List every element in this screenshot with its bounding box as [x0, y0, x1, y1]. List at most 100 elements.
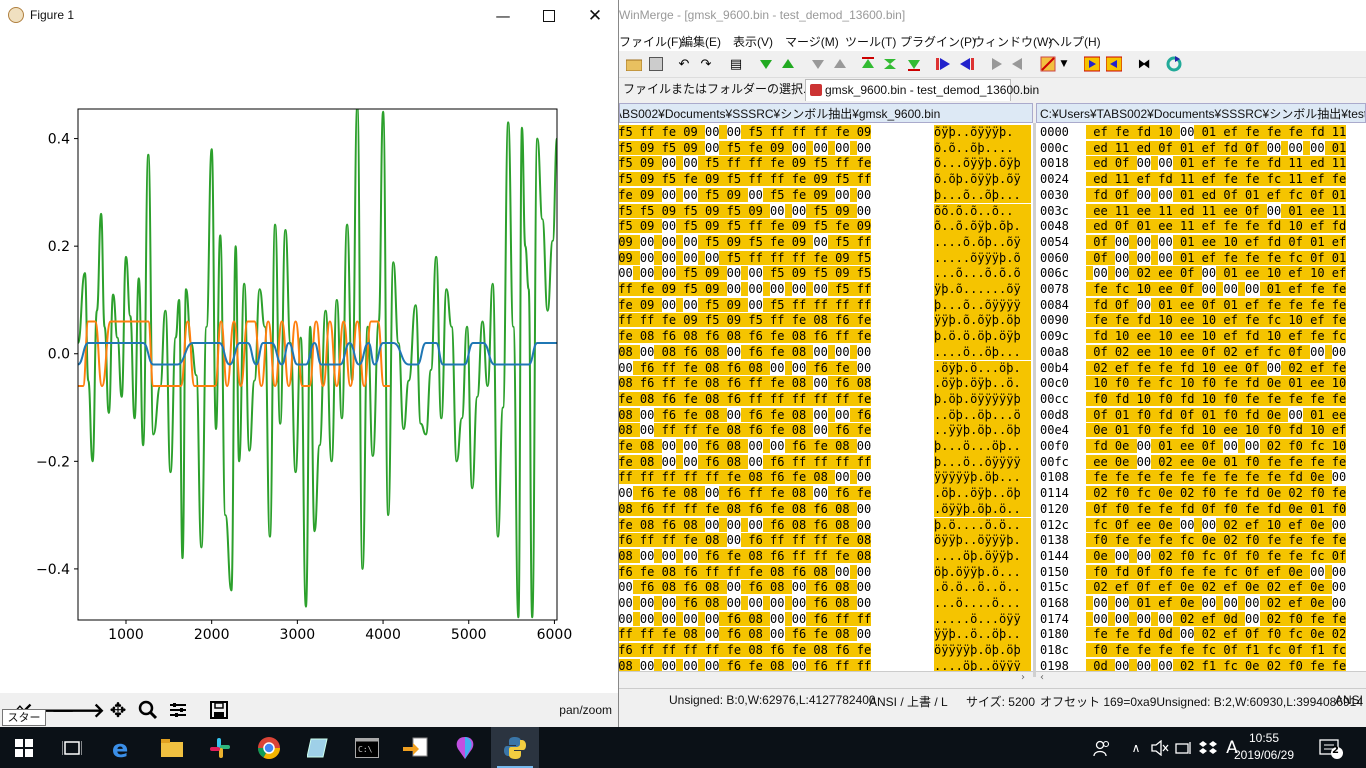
slack-icon[interactable] [196, 727, 244, 768]
explorer-icon[interactable] [148, 727, 196, 768]
y-tick-label: −0.2 [36, 454, 70, 470]
chevron-up-icon[interactable]: ∧ [1126, 727, 1146, 768]
next-diff-icon[interactable] [757, 55, 775, 73]
redo-icon[interactable]: ↷ [697, 55, 715, 73]
right-hex-pane[interactable]: 0000 ef fe fd 10 00 01 ef fe fe fe fd 11… [1036, 123, 1366, 677]
left-horizontal-scrollbar[interactable]: › [619, 671, 1033, 687]
left-hex-row: 09 00 00 00 00 f5 ff ff ff fe 09 f5 [619, 250, 872, 267]
open-icon[interactable] [625, 55, 643, 73]
undo-icon[interactable]: ↶ [675, 55, 693, 73]
right-hex-row: 00 00 00 00 02 ef 0d 00 02 f0 fe fe [1086, 611, 1347, 628]
copy-right-icon[interactable] [935, 55, 953, 73]
scroll-right-icon[interactable]: › [1021, 672, 1025, 683]
right-hex-row: ed 0f 00 00 01 ef fe fe fd 11 ed 11 [1086, 156, 1347, 172]
menu-file[interactable]: ファイル(F) [619, 33, 682, 50]
last-diff-icon[interactable] [905, 55, 923, 73]
series-layer [78, 109, 557, 619]
right-offset: 009c [1040, 329, 1069, 344]
right-hex-row: 0f f0 fe fe fd 0f f0 fe fd 0e 01 f0 [1086, 501, 1347, 518]
scroll-left-icon[interactable]: ‹ [1040, 672, 1044, 683]
figure-title: Figure 1 [30, 8, 75, 22]
pan-icon[interactable]: ✥ [104, 696, 132, 724]
left-hex-pane[interactable]: f5 ff fe 09 00 00 f5 ff ff ff fe 09 õÿþ..… [619, 123, 1033, 677]
figure-titlebar[interactable]: Figure 1 — ✕ [0, 0, 618, 31]
current-diff-icon[interactable] [881, 55, 899, 73]
left-hex-row: 00 f6 ff fe 08 f6 08 00 00 f6 fe 00 [619, 360, 872, 377]
terminal-icon[interactable]: C:\ [343, 727, 391, 768]
minimize-button[interactable]: — [480, 0, 526, 31]
menu-view[interactable]: 表示(V) [733, 33, 773, 50]
menu-plugins[interactable]: プラグイン(P) [900, 33, 976, 50]
right-offset: 0150 [1040, 564, 1069, 579]
python-icon[interactable] [491, 727, 539, 768]
maximize-button[interactable] [526, 0, 572, 31]
zoom-icon[interactable] [134, 696, 162, 724]
y-tick-label: 0.2 [48, 239, 70, 255]
save-figure-icon[interactable] [205, 696, 233, 724]
start-button[interactable] [0, 727, 48, 768]
copy-left-advance-icon[interactable] [1009, 55, 1027, 73]
refresh-icon[interactable] [1165, 55, 1183, 73]
right-offset: 0024 [1040, 172, 1069, 187]
menu-tools[interactable]: ツール(T) [845, 33, 896, 50]
paint-icon[interactable] [441, 727, 489, 768]
close-button[interactable]: ✕ [572, 0, 618, 31]
dropbox-icon[interactable] [1197, 727, 1219, 768]
menu-window[interactable]: ウィンドウ(W) [973, 33, 1052, 50]
chrome-icon[interactable] [245, 727, 293, 768]
right-hex-row: 02 f0 fc 0e 02 f0 fe fd 0e 02 f0 fe [1086, 486, 1347, 502]
left-hex-row: fe 08 f6 08 00 00 00 f6 08 f6 08 00 [619, 517, 872, 534]
menu-merge[interactable]: マージ(M) [785, 33, 839, 50]
right-hex-row: ee 11 ee 11 ed 11 ee 0f 00 01 ee 11 [1086, 203, 1347, 220]
copy-left-icon[interactable] [957, 55, 975, 73]
right-hex-row: 02 ef fe fe fd 10 ee 0f 00 02 ef fe [1086, 360, 1347, 377]
chevron-down-icon[interactable]: ▼ [1059, 55, 1069, 73]
right-hex-row: 0f 00 00 00 01 ef fe fe fe fc 0f 01 [1086, 250, 1347, 267]
right-to-left-icon[interactable] [1105, 55, 1123, 73]
next-conflict-icon[interactable] [809, 55, 827, 73]
menu-edit[interactable]: 編集(E) [681, 33, 721, 50]
x-tick-label: 3000 [280, 627, 316, 643]
right-hex-row: ee 0e 00 02 ee 0e 01 f0 fe fe fe fe [1086, 454, 1347, 471]
options-icon[interactable] [1039, 55, 1057, 73]
clock[interactable]: 10:55 2019/06/29 [1232, 730, 1296, 764]
file-transfer-icon[interactable] [392, 727, 440, 768]
winmerge-titlebar[interactable]: WinMerge - [gmsk_9600.bin - test_demod_1… [619, 0, 1366, 31]
forward-icon[interactable]: 🡒 [51, 696, 105, 724]
first-diff-icon[interactable] [859, 55, 877, 73]
right-offset: 0060 [1040, 250, 1069, 265]
compare-icon[interactable]: ⧓ [1135, 55, 1153, 73]
right-hex-row: f0 fe fe fe fc 0e 02 f0 fe fe fe fe [1086, 533, 1347, 549]
notification-center-icon[interactable]: 2 [1316, 727, 1346, 768]
x-tick-label: 4000 [365, 627, 401, 643]
people-icon[interactable] [1090, 727, 1114, 768]
right-horizontal-scrollbar[interactable]: ‹ [1036, 671, 1366, 687]
print-icon[interactable]: ▤ [727, 55, 745, 73]
right-hex-row: fe fe fe fe fe fe fe fe fe fd 0e 00 [1086, 470, 1347, 486]
volume-muted-icon[interactable] [1149, 727, 1171, 768]
left-hex-row: ff fe 09 f5 09 00 00 00 00 00 f5 ff [619, 282, 872, 298]
subplots-icon[interactable] [164, 696, 192, 724]
network-icon[interactable] [1173, 727, 1195, 768]
task-view-icon[interactable] [48, 727, 96, 768]
notepad-icon[interactable] [294, 727, 342, 768]
start-tooltip: スタート [2, 709, 46, 741]
left-to-right-icon[interactable] [1083, 55, 1101, 73]
left-hex-row: f5 09 00 00 f5 ff ff fe 09 f5 ff fe [619, 156, 872, 172]
right-hex-row: fd 0f 00 01 ee 0f 01 ef fe fe fe fe [1086, 297, 1347, 314]
plot-canvas[interactable]: 1000 2000 3000 4000 5000 6000 −0.4 −0.2 0.0 0.2 0.… [0, 31, 618, 693]
menu-help[interactable]: ヘルプ(H) [1048, 33, 1101, 50]
prev-diff-icon[interactable] [779, 55, 797, 73]
left-ascii-row: .öÿÿþ.öþ.ö.. [934, 501, 1031, 518]
save-icon[interactable] [647, 55, 665, 73]
left-hex-row: 08 00 08 f6 08 00 f6 fe 08 00 00 00 [619, 344, 872, 361]
tab-select-files[interactable]: ファイルまたはフォルダーの選択... [619, 79, 813, 100]
right-hex-row: fe fe fd 10 ee 10 ef fe fc 10 ef fe [1086, 313, 1347, 329]
status-right-encoding: ANSI [1335, 693, 1364, 707]
edge-icon[interactable]: e [98, 727, 146, 768]
prev-conflict-icon[interactable] [831, 55, 849, 73]
tab-comparison[interactable]: gmsk_9600.bin - test_demod_13600.bin [805, 79, 1039, 101]
left-ascii-row: öþ.öÿÿþ.ö... [934, 564, 1031, 581]
right-hex-row: fe fc 10 ee 0f 00 00 00 01 ef fe fe [1086, 282, 1347, 298]
copy-right-advance-icon[interactable] [987, 55, 1005, 73]
